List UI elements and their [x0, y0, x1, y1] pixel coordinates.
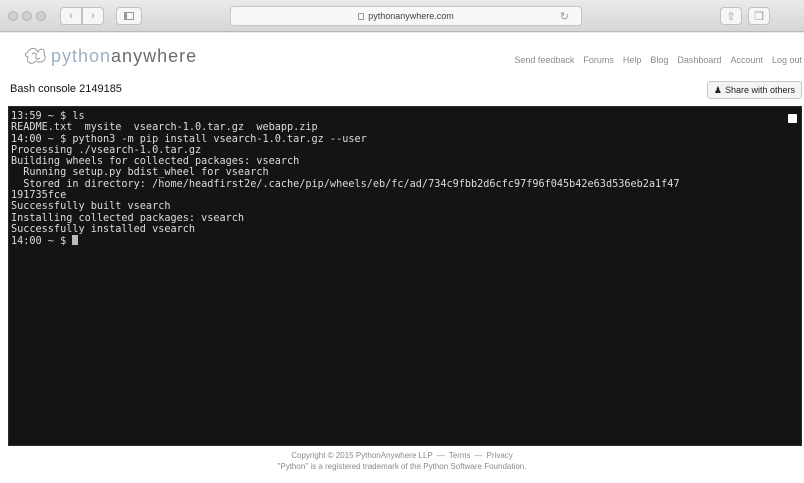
terminal-line: README.txt mysite vsearch-1.0.tar.gz web… — [11, 122, 318, 134]
terminal-line: 191735fce — [11, 190, 67, 202]
reload-icon[interactable]: ↻ — [560, 10, 569, 23]
nav-blog[interactable]: Blog — [650, 55, 668, 65]
address-bar[interactable]: pythonanywhere.com ↻ — [230, 6, 582, 26]
terminal-prompt: 14:00 ~ $ — [11, 236, 73, 248]
nav-log-out[interactable]: Log out — [772, 55, 802, 65]
terminal-prompt-line: 14:00 ~ $ — [11, 235, 801, 247]
tabs-icon: ❐ — [754, 10, 764, 23]
close-window-button[interactable] — [8, 11, 18, 21]
terminal-line: 13:59 ~ $ ls — [11, 111, 85, 122]
terminal-scroll-indicator[interactable] — [788, 114, 797, 123]
terminal-line: Building wheels for collected packages: … — [11, 156, 300, 168]
bash-terminal[interactable]: 13:59 ~ $ ls README.txt mysite vsearch-1.… — [8, 106, 802, 446]
copyright-text: Copyright © 2015 PythonAnywhere LLP — [291, 451, 433, 460]
trademark-text: "Python" is a registered trademark of th… — [277, 462, 527, 471]
terminal-line: Processing ./vsearch-1.0.tar.gz — [11, 144, 202, 156]
sidebar-button[interactable] — [116, 7, 142, 25]
nav-send-feedback[interactable]: Send feedback — [514, 55, 574, 65]
tabs-button[interactable]: ❐ — [748, 7, 770, 25]
footer: Copyright © 2015 PythonAnywhere LLP — Te… — [0, 450, 804, 472]
share-icon: ⇧ — [726, 10, 736, 23]
minimize-window-button[interactable] — [22, 11, 32, 21]
terminal-cursor — [72, 235, 79, 246]
share-page-button[interactable]: ⇧ — [720, 7, 742, 25]
terminal-output: 13:59 ~ $ ls README.txt mysite vsearch-1.… — [9, 107, 801, 248]
share-with-others-button[interactable]: ♟ Share with others — [706, 81, 802, 99]
footer-separator: — — [436, 451, 445, 460]
nav-help[interactable]: Help — [623, 55, 642, 65]
terminal-line: 14:00 ~ $ python3 -m pip install vsearch… — [11, 133, 367, 145]
zoom-window-button[interactable] — [36, 11, 46, 21]
page: pythonanywhere Send feedback Forums Help… — [0, 33, 804, 483]
nav-forums[interactable]: Forums — [583, 55, 614, 65]
privacy-link[interactable]: Privacy — [487, 450, 513, 461]
add-person-icon: ♟ — [713, 84, 722, 95]
console-title: Bash console 2149185 — [10, 83, 122, 95]
sidebar-icon — [124, 12, 134, 20]
pythonanywhere-logo[interactable]: pythonanywhere — [24, 45, 197, 67]
nav-dashboard[interactable]: Dashboard — [677, 55, 721, 65]
logo-icon — [24, 47, 46, 64]
terminal-line: Running setup.py bdist_wheel for vsearch — [11, 167, 269, 179]
top-nav: Send feedback Forums Help Blog Dashboard… — [514, 55, 802, 65]
terminal-line: Successfully built vsearch — [11, 201, 171, 213]
terminal-line: Stored in directory: /home/headfirst2e/.… — [11, 178, 680, 190]
url-text: pythonanywhere.com — [368, 11, 454, 21]
chevron-left-icon: ‹ — [69, 10, 73, 22]
terminal-line: Successfully installed vsearch — [11, 223, 196, 235]
back-button[interactable]: ‹ — [60, 7, 82, 25]
forward-button[interactable]: › — [82, 7, 104, 25]
terminal-line: Installing collected packages: vsearch — [11, 212, 245, 224]
chevron-right-icon: › — [91, 10, 95, 22]
footer-separator: — — [474, 451, 483, 460]
nav-account[interactable]: Account — [730, 55, 763, 65]
terms-link[interactable]: Terms — [449, 450, 471, 461]
lock-icon — [358, 12, 365, 20]
brand-name: pythonanywhere — [51, 45, 198, 66]
browser-toolbar: ‹ › pythonanywhere.com ↻ ⇧ ❐ — [0, 0, 804, 32]
share-button-label: Share with others — [724, 85, 795, 95]
